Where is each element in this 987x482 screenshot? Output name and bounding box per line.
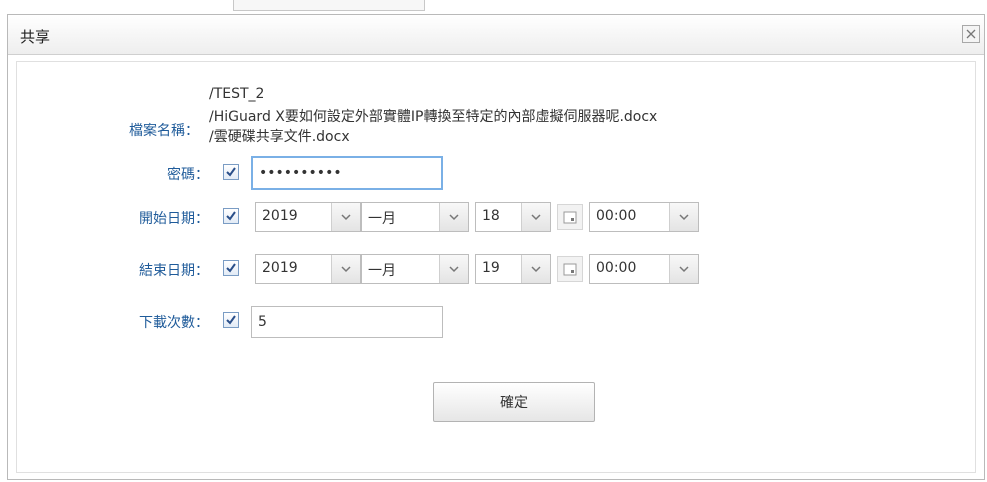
file-path-1: /TEST_2 xyxy=(209,86,265,102)
close-icon xyxy=(966,29,976,39)
start-date-label: 開始日期： xyxy=(139,211,209,227)
end-date-label: 結束日期： xyxy=(139,263,209,279)
start-month-select[interactable]: 一月 xyxy=(361,202,469,232)
chevron-down-icon xyxy=(531,266,541,273)
chevron-down-icon xyxy=(341,266,351,273)
start-month-value: 一月 xyxy=(368,211,396,227)
download-count-label: 下載次數： xyxy=(139,315,209,331)
start-time-value: 00:00 xyxy=(596,208,637,224)
end-day-select[interactable]: 19 xyxy=(475,254,551,284)
download-count-input[interactable] xyxy=(251,306,443,338)
check-icon xyxy=(226,211,236,221)
end-year-value: 2019 xyxy=(262,260,298,276)
end-time-value: 00:00 xyxy=(596,260,637,276)
password-label: 密碼： xyxy=(167,167,209,183)
file-path-3: /雲硬碟共享文件.docx xyxy=(209,129,350,145)
dialog-titlebar: 共享 xyxy=(8,15,984,55)
calendar-icon xyxy=(563,263,577,276)
start-day-select[interactable]: 18 xyxy=(475,202,551,232)
dialog-title: 共享 xyxy=(20,28,51,46)
check-icon xyxy=(226,167,236,177)
start-year-value: 2019 xyxy=(262,208,298,224)
end-month-select[interactable]: 一月 xyxy=(361,254,469,284)
chevron-down-icon xyxy=(449,214,459,221)
chevron-down-icon xyxy=(341,214,351,221)
end-calendar-button[interactable] xyxy=(557,256,583,282)
chevron-down-icon xyxy=(449,266,459,273)
start-date-checkbox[interactable] xyxy=(223,208,239,224)
start-calendar-button[interactable] xyxy=(557,204,583,230)
password-checkbox[interactable] xyxy=(223,164,239,180)
chevron-down-icon xyxy=(679,214,689,221)
calendar-icon xyxy=(563,211,577,224)
check-icon xyxy=(226,315,236,325)
close-button[interactable] xyxy=(962,25,980,43)
confirm-button[interactable]: 確定 xyxy=(433,382,595,422)
share-dialog: 共享 檔案名稱： /TEST_2 /HiGuard X要如何設定外部實體IP轉換… xyxy=(7,14,985,480)
file-path-2: /HiGuard X要如何設定外部實體IP轉換至特定的內部虛擬伺服器呢.docx xyxy=(209,109,658,125)
start-year-select[interactable]: 2019 xyxy=(255,202,361,232)
chevron-down-icon xyxy=(679,266,689,273)
start-time-select[interactable]: 00:00 xyxy=(589,202,699,232)
dialog-body: 檔案名稱： /TEST_2 /HiGuard X要如何設定外部實體IP轉換至特定… xyxy=(16,61,976,473)
end-month-value: 一月 xyxy=(368,263,396,279)
password-input[interactable] xyxy=(251,156,443,190)
end-day-value: 19 xyxy=(482,260,500,276)
start-day-value: 18 xyxy=(482,208,500,224)
end-year-select[interactable]: 2019 xyxy=(255,254,361,284)
download-count-checkbox[interactable] xyxy=(223,312,239,328)
chevron-down-icon xyxy=(531,214,541,221)
end-time-select[interactable]: 00:00 xyxy=(589,254,699,284)
filename-label: 檔案名稱： xyxy=(129,123,199,139)
background-tab xyxy=(233,0,425,11)
end-date-checkbox[interactable] xyxy=(223,260,239,276)
check-icon xyxy=(226,263,236,273)
